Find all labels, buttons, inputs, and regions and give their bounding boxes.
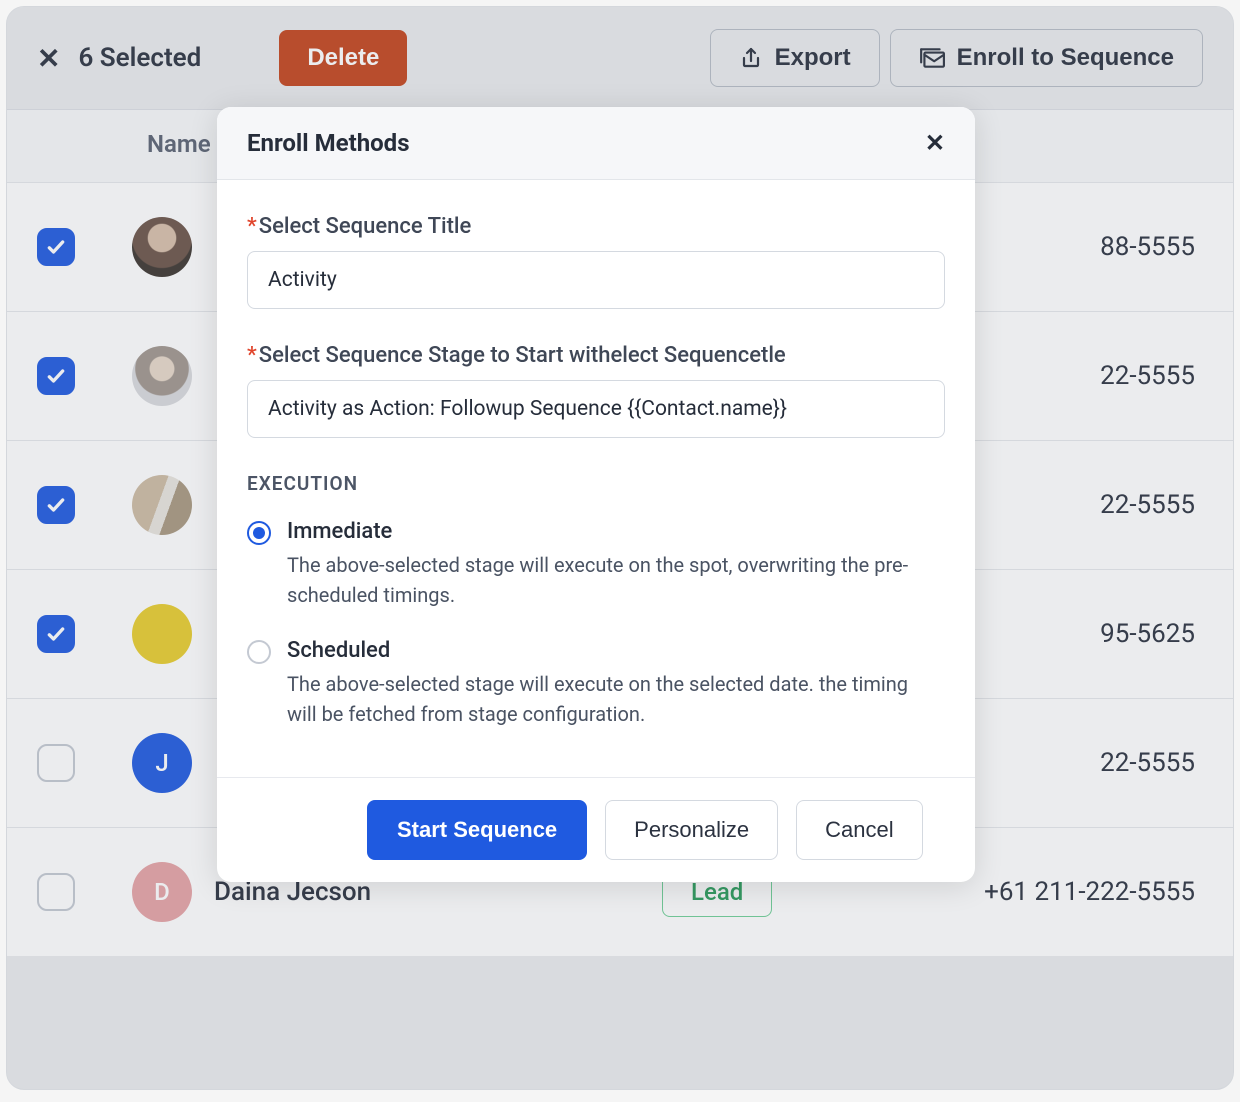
close-selection-icon[interactable]: ✕ xyxy=(37,42,68,75)
personalize-button[interactable]: Personalize xyxy=(605,800,778,860)
close-icon[interactable]: ✕ xyxy=(925,129,945,157)
export-button[interactable]: Export xyxy=(710,29,880,87)
radio-label-immediate: Immediate xyxy=(287,519,917,544)
row-checkbox[interactable] xyxy=(37,744,75,782)
execution-option-immediate[interactable]: Immediate The above-selected stage will … xyxy=(247,519,945,610)
radio-desc-scheduled: The above-selected stage will execute on… xyxy=(287,669,917,729)
radio-label-scheduled: Scheduled xyxy=(287,638,917,663)
row-checkbox[interactable] xyxy=(37,615,75,653)
sequence-stage-label: *Select Sequence Stage to Start withelec… xyxy=(247,343,945,368)
modal-header: Enroll Methods ✕ xyxy=(217,107,975,180)
execution-heading: EXECUTION xyxy=(247,472,945,495)
modal-footer: Start Sequence Personalize Cancel xyxy=(217,777,975,882)
execution-option-scheduled[interactable]: Scheduled The above-selected stage will … xyxy=(247,638,945,729)
cancel-button[interactable]: Cancel xyxy=(796,800,922,860)
row-checkbox[interactable] xyxy=(37,873,75,911)
radio-icon xyxy=(247,521,271,545)
enroll-methods-modal: Enroll Methods ✕ *Select Sequence Title … xyxy=(217,107,975,882)
start-sequence-button[interactable]: Start Sequence xyxy=(367,800,587,860)
phone-number: 22-5555 xyxy=(1100,748,1203,778)
sequence-stage-input[interactable] xyxy=(247,380,945,438)
app-container: ✕ 6 Selected Delete Export Enroll to Seq… xyxy=(6,6,1234,1090)
sequence-title-label: *Select Sequence Title xyxy=(247,214,945,239)
avatar xyxy=(132,217,192,277)
avatar xyxy=(132,604,192,664)
export-icon xyxy=(739,46,763,70)
avatar: D xyxy=(132,862,192,922)
modal-body: *Select Sequence Title *Select Sequence … xyxy=(217,180,975,777)
phone-number: 95-5625 xyxy=(1100,619,1203,649)
avatar xyxy=(132,346,192,406)
enroll-to-sequence-button[interactable]: Enroll to Sequence xyxy=(890,29,1203,87)
delete-button[interactable]: Delete xyxy=(279,30,407,86)
phone-number: 22-5555 xyxy=(1100,361,1203,391)
row-checkbox[interactable] xyxy=(37,357,75,395)
selected-count-label: 6 Selected xyxy=(78,43,201,73)
modal-title: Enroll Methods xyxy=(247,129,410,157)
envelope-stack-icon xyxy=(919,47,945,69)
row-checkbox[interactable] xyxy=(37,228,75,266)
top-bar: ✕ 6 Selected Delete Export Enroll to Seq… xyxy=(7,7,1233,109)
column-header-name[interactable]: Name xyxy=(132,130,211,158)
avatar: J xyxy=(132,733,192,793)
radio-desc-immediate: The above-selected stage will execute on… xyxy=(287,550,917,610)
row-checkbox[interactable] xyxy=(37,486,75,524)
phone-number: 22-5555 xyxy=(1100,490,1203,520)
sequence-title-input[interactable] xyxy=(247,251,945,309)
phone-number: +61 211-222-5555 xyxy=(984,877,1203,907)
avatar xyxy=(132,475,192,535)
radio-icon xyxy=(247,640,271,664)
phone-number: 88-5555 xyxy=(1100,232,1203,262)
